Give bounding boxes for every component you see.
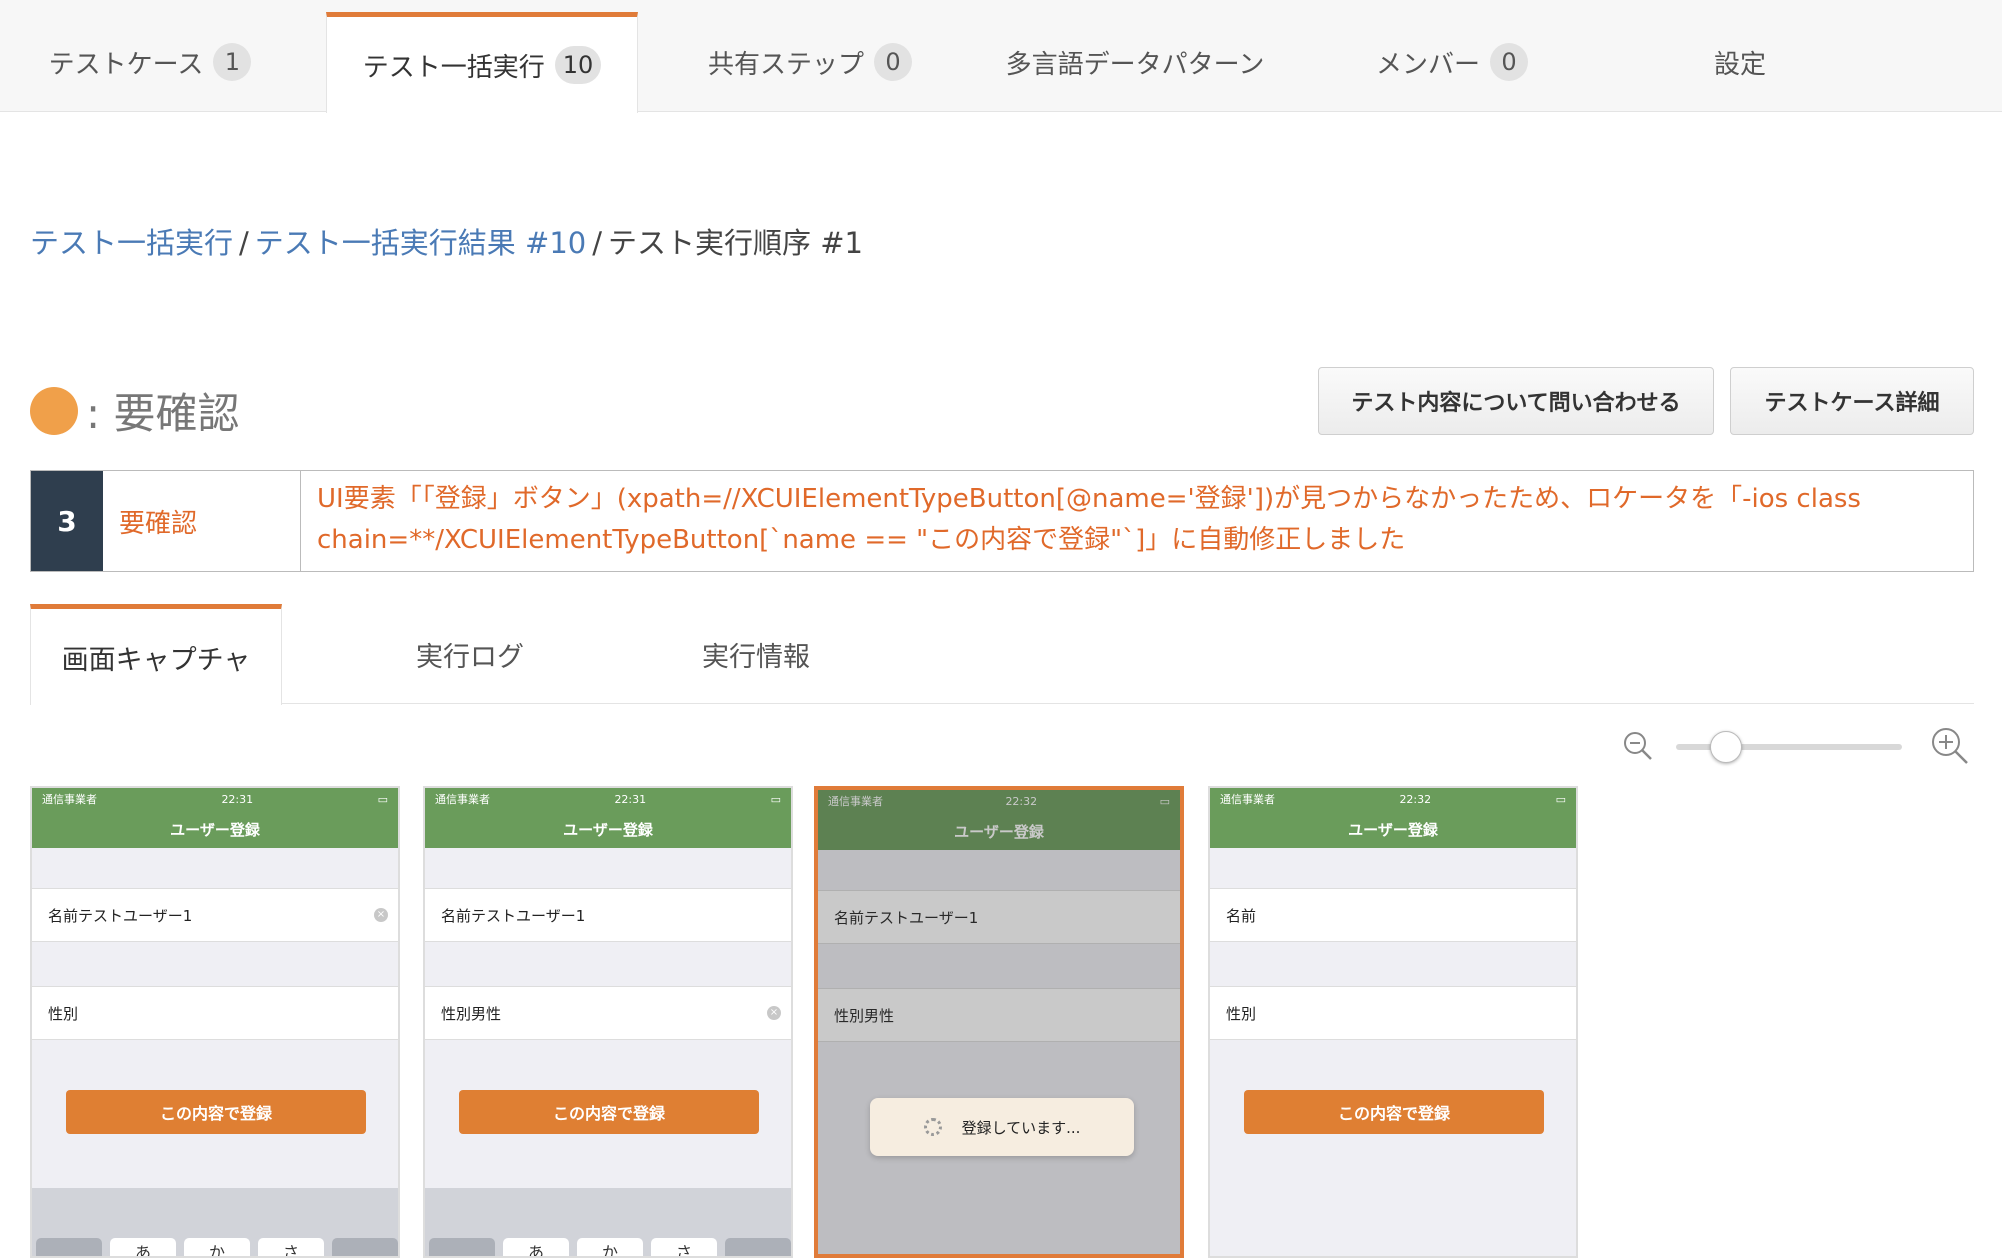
name-field: 名前テストユーザー1 ×: [32, 888, 398, 942]
tab-label: メンバー: [1375, 49, 1480, 80]
gender-value: 性別: [1226, 1004, 1257, 1023]
count-badge: 10: [554, 46, 602, 84]
breadcrumb-batch-run-link[interactable]: テスト一括実行: [30, 226, 233, 260]
battery-icon: ▭: [770, 792, 781, 806]
keyboard: あ か さ: [425, 1188, 791, 1256]
phone-nav-title: ユーザー登録: [32, 810, 398, 848]
keyboard-key: [725, 1238, 791, 1256]
message-number: 3: [31, 471, 103, 571]
breadcrumb-current: テスト実行順序 #1: [608, 226, 863, 260]
breadcrumb-separator: /: [239, 226, 249, 260]
keyboard-key: か: [577, 1238, 643, 1256]
phone-nav-title: ユーザー登録: [425, 810, 791, 848]
zoom-in-icon[interactable]: [1930, 726, 1970, 766]
time-label: 22:31: [614, 792, 647, 806]
register-button: この内容で登録: [1244, 1090, 1544, 1134]
zoom-out-icon[interactable]: [1622, 730, 1654, 762]
gender-field: 性別: [1210, 986, 1576, 1040]
tab-members[interactable]: メンバー 0: [1362, 12, 1542, 112]
loading-text: 登録しています...: [961, 1118, 1081, 1137]
register-button: この内容で登録: [66, 1090, 366, 1134]
capture-thumbnail-selected[interactable]: 通信事業者 22:32 ▭ ユーザー登録 名前テストユーザー1 性別男性 登録し…: [814, 786, 1184, 1258]
inquiry-button[interactable]: テスト内容について問い合わせる: [1318, 367, 1714, 435]
keyboard: あ か さ: [32, 1188, 398, 1256]
gender-value: 性別: [48, 1004, 79, 1023]
gender-field: 性別男性 ×: [425, 986, 791, 1040]
gender-value: 性別男性: [441, 1004, 502, 1023]
status-indicator-icon: [30, 386, 78, 435]
clear-icon: ×: [374, 908, 388, 922]
count-badge: 1: [213, 43, 252, 81]
status-text: : 要確認: [86, 389, 240, 438]
register-button: この内容で登録: [459, 1090, 759, 1134]
warning-message-row: 3 要確認 UI要素「「登録」ボタン」(xpath=//XCUIElementT…: [30, 470, 1974, 572]
keyboard-key: あ: [503, 1238, 569, 1256]
clear-icon: ×: [767, 1006, 781, 1020]
tab-run-log[interactable]: 実行ログ: [360, 604, 580, 704]
count-badge: 0: [1490, 43, 1528, 81]
keyboard-key: [429, 1238, 495, 1256]
tab-screen-capture[interactable]: 画面キャプチャ: [30, 604, 282, 705]
time-label: 22:31: [221, 792, 254, 806]
loading-toast: 登録しています...: [870, 1098, 1134, 1156]
phone-status-bar: 通信事業者 22:31 ▭: [425, 788, 791, 810]
name-value: 名前テストユーザー1: [48, 906, 193, 925]
tab-label: 共有ステップ: [707, 49, 864, 80]
capture-thumbnail[interactable]: 通信事業者 22:31 ▭ ユーザー登録 名前テストユーザー1 × 性別 この内…: [30, 786, 400, 1258]
battery-icon: ▭: [1555, 792, 1566, 806]
keyboard-key: [36, 1238, 102, 1256]
tab-shared-steps[interactable]: 共有ステップ 0: [690, 12, 930, 112]
carrier-label: 通信事業者: [435, 793, 490, 806]
keyboard-key: さ: [258, 1238, 324, 1256]
name-value: 名前: [1226, 906, 1257, 925]
phone-status-bar: 通信事業者 22:32 ▭: [1210, 788, 1576, 810]
tab-label: 多言語データパターン: [1005, 49, 1265, 80]
capture-thumbnail[interactable]: 通信事業者 22:32 ▭ ユーザー登録 名前 性別 この内容で登録: [1208, 786, 1578, 1258]
carrier-label: 通信事業者: [42, 793, 97, 806]
zoom-slider-handle[interactable]: [1710, 731, 1742, 763]
message-label: 要確認: [103, 471, 301, 571]
tab-label: 設定: [1713, 49, 1766, 80]
tab-test-cases[interactable]: テストケース 1: [30, 12, 270, 112]
tab-run-info[interactable]: 実行情報: [646, 604, 866, 704]
result-status: : 要確認: [30, 380, 240, 441]
breadcrumb: テスト一括実行 / テスト一括実行結果 #10/テスト実行順序 #1: [30, 220, 863, 262]
name-field: 名前テストユーザー1: [425, 888, 791, 942]
gender-field: 性別: [32, 986, 398, 1040]
time-label: 22:32: [1399, 792, 1432, 806]
tab-batch-run[interactable]: テスト一括実行 10: [326, 12, 638, 113]
breadcrumb-batch-result-link[interactable]: テスト一括実行結果 #10: [255, 226, 586, 260]
capture-thumbnail[interactable]: 通信事業者 22:31 ▭ ユーザー登録 名前テストユーザー1 性別男性 × こ…: [423, 786, 793, 1258]
top-tab-bar: テストケース 1 テスト一括実行 10 共有ステップ 0 多言語データパターン …: [0, 0, 2002, 113]
message-text: UI要素「「登録」ボタン」(xpath=//XCUIElementTypeBut…: [317, 484, 1861, 555]
name-value: 名前テストユーザー1: [441, 906, 586, 925]
tab-label: テストケース: [48, 49, 204, 80]
test-case-detail-button[interactable]: テストケース詳細: [1730, 367, 1974, 435]
tab-label: テスト一括実行: [362, 52, 545, 83]
tab-multilang-data[interactable]: 多言語データパターン: [990, 12, 1280, 112]
spinner-icon: [923, 1118, 942, 1136]
name-field: 名前: [1210, 888, 1576, 942]
phone-nav-title: ユーザー登録: [1210, 810, 1576, 848]
keyboard-key: さ: [651, 1238, 717, 1256]
phone-status-bar: 通信事業者 22:31 ▭: [32, 788, 398, 810]
carrier-label: 通信事業者: [1220, 793, 1275, 806]
count-badge: 0: [874, 43, 912, 81]
battery-icon: ▭: [377, 792, 388, 806]
keyboard-key: か: [184, 1238, 250, 1256]
keyboard-key: あ: [110, 1238, 176, 1256]
breadcrumb-separator: /: [592, 226, 602, 260]
loading-overlay: [818, 790, 1180, 1254]
sub-tab-bar: 画面キャプチャ 実行ログ 実行情報: [30, 604, 1974, 705]
keyboard-key: [332, 1238, 398, 1256]
tab-settings[interactable]: 設定: [1680, 12, 1800, 112]
